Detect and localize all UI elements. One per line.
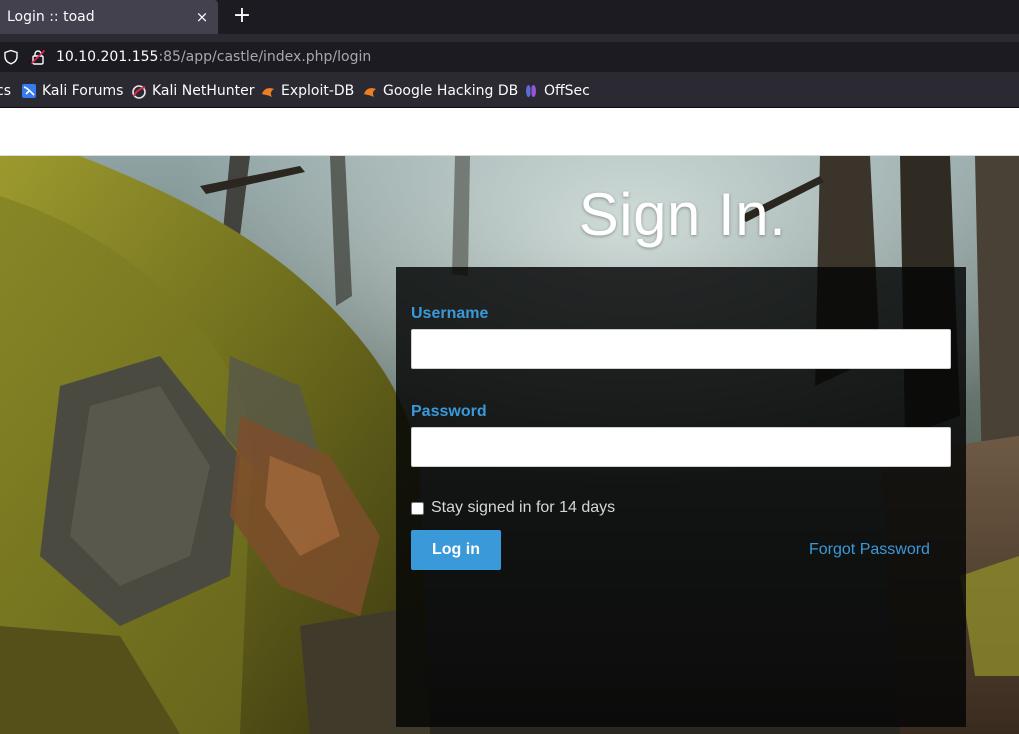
forgot-password-link[interactable]: Forgot Password bbox=[809, 541, 930, 559]
bookmark-kali-nethunter[interactable]: Kali NetHunter bbox=[131, 82, 254, 100]
new-tab-button[interactable]: + bbox=[230, 4, 254, 28]
kali-nethunter-icon bbox=[132, 85, 146, 99]
bookmark-label: Exploit-DB bbox=[281, 83, 355, 99]
browser-tab[interactable]: Login :: toad × bbox=[0, 0, 218, 34]
tab-title: Login :: toad bbox=[7, 9, 95, 25]
ghdb-icon bbox=[364, 88, 376, 97]
page-viewport: Sign In. Username Password Stay signed i… bbox=[0, 108, 1019, 734]
close-tab-icon[interactable]: × bbox=[194, 8, 210, 26]
site-header bbox=[0, 108, 1019, 156]
bookmark-google-hacking-db[interactable]: Google Hacking DB bbox=[362, 82, 518, 100]
remember-me-checkbox[interactable] bbox=[411, 501, 424, 515]
bookmark-label: Kali NetHunter bbox=[152, 83, 255, 99]
bookmark-label: cs bbox=[0, 83, 11, 99]
password-label: Password bbox=[411, 403, 487, 420]
remember-me-row: Stay signed in for 14 days bbox=[411, 499, 615, 517]
bookmark-label: Kali Forums bbox=[42, 83, 124, 99]
remember-me-label[interactable]: Stay signed in for 14 days bbox=[431, 499, 615, 517]
login-button[interactable]: Log in bbox=[411, 530, 501, 570]
kali-forums-icon bbox=[22, 84, 36, 98]
exploit-db-icon bbox=[262, 88, 274, 97]
insecure-lock-icon[interactable] bbox=[30, 49, 46, 65]
bookmark-offsec[interactable]: OffSec bbox=[523, 82, 590, 100]
offsec-icon bbox=[526, 85, 536, 97]
login-form: Username Password Stay signed in for 14 … bbox=[396, 267, 966, 727]
page-title: Sign In. bbox=[578, 181, 787, 248]
url-host: 10.10.201.155 bbox=[56, 49, 159, 65]
username-input[interactable] bbox=[411, 329, 951, 369]
bookmark-kali-forums[interactable]: Kali Forums bbox=[21, 82, 123, 100]
address-bar[interactable]: 10.10.201.155:85/app/castle/index.php/lo… bbox=[0, 42, 1019, 72]
bookmarks-toolbar: cs Kali Forums Kali NetHunter Exploit-DB… bbox=[0, 74, 1019, 108]
tab-strip: Login :: toad × + bbox=[0, 0, 1019, 34]
bookmark-partial[interactable]: cs bbox=[0, 82, 11, 100]
shield-icon[interactable] bbox=[3, 49, 19, 65]
bookmark-label: Google Hacking DB bbox=[383, 83, 519, 99]
url-path: :85/app/castle/index.php/login bbox=[158, 49, 372, 65]
hero-section: Sign In. Username Password Stay signed i… bbox=[0, 156, 1019, 734]
bookmark-label: OffSec bbox=[544, 83, 590, 99]
username-label: Username bbox=[411, 305, 489, 322]
url-text[interactable]: 10.10.201.155:85/app/castle/index.php/lo… bbox=[56, 49, 371, 65]
bookmark-exploit-db[interactable]: Exploit-DB bbox=[260, 82, 354, 100]
password-input[interactable] bbox=[411, 427, 951, 467]
